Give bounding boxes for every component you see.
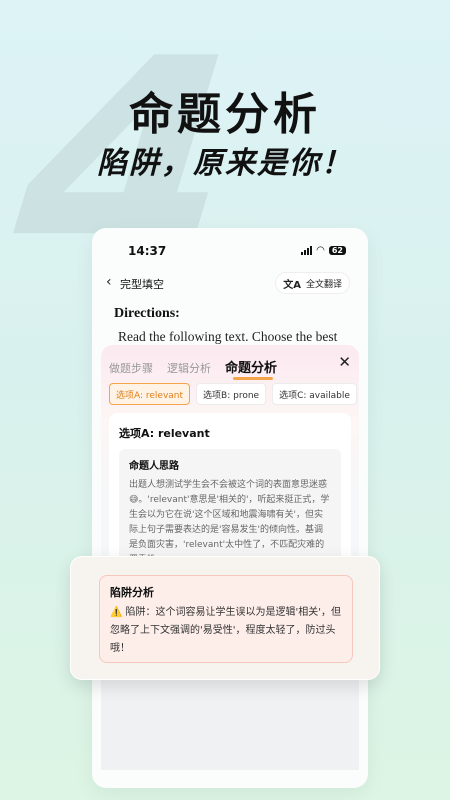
option-chip-a[interactable]: 选项A: relevant (109, 383, 191, 405)
tab-logic[interactable]: 逻辑分析 (167, 360, 211, 376)
option-chip-c[interactable]: 选项C: available (272, 383, 357, 405)
tab-proposition[interactable]: 命题分析 (225, 357, 277, 380)
warning-icon: ⚠️ (110, 607, 123, 618)
back-icon[interactable]: ‹ (106, 274, 112, 290)
translate-label: 全文翻译 (305, 279, 342, 290)
status-time: 14:37 (128, 244, 167, 258)
battery-icon: 62 (328, 246, 346, 255)
option-chips: 选项A: relevant 选项B: prone 选项C: available … (109, 383, 359, 405)
option-chip-b[interactable]: 选项B: prone (196, 383, 267, 405)
option-card-title: 选项A: relevant (119, 427, 210, 440)
hero-title: 命题分析 (129, 89, 321, 140)
passage-text: Read the following text. Choose the best (118, 329, 338, 344)
directions-heading: Directions: (114, 306, 180, 321)
hero-subtitle: 陷阱，原来是你！ (97, 146, 353, 181)
trap-analysis-body: ⚠️ 陷阱：这个词容易让学生误以为是逻辑'相关'，但忽略了上下文强调的'易受性'，… (110, 604, 342, 658)
setter-thought-body: 出题人想测试学生会不会被这个词的表面意思迷惑😅。'relevant'意思是'相关… (129, 480, 330, 565)
setter-thought-title: 命题人思路 (129, 461, 179, 472)
signal-icon (301, 246, 313, 255)
analysis-tabs: 做题步骤 逻辑分析 命题分析 (109, 357, 277, 380)
close-icon[interactable]: ✕ (338, 353, 351, 371)
trap-analysis-text: 陷阱：这个词容易让学生误以为是逻辑'相关'，但忽略了上下文强调的'易受性'，程度… (110, 607, 341, 654)
translate-button[interactable]: 文A 全文翻译 (275, 272, 350, 294)
nav-bar: ‹ 完型填空 文A 全文翻译 (92, 272, 368, 298)
status-bar: 14:37 ◠ 62 (92, 242, 368, 262)
page-title: 完型填空 (120, 278, 164, 291)
tab-steps[interactable]: 做题步骤 (109, 360, 153, 376)
trap-analysis-title: 陷阱分析 (110, 586, 154, 599)
wifi-icon: ◠ (316, 245, 325, 256)
translate-icon: 文A (283, 279, 301, 291)
trap-analysis-popup: 陷阱分析 ⚠️ 陷阱：这个词容易让学生误以为是逻辑'相关'，但忽略了上下文强调的'… (70, 556, 380, 680)
status-icons: ◠ 62 (301, 245, 346, 256)
trap-analysis-card: 陷阱分析 ⚠️ 陷阱：这个词容易让学生误以为是逻辑'相关'，但忽略了上下文强调的'… (99, 575, 353, 663)
